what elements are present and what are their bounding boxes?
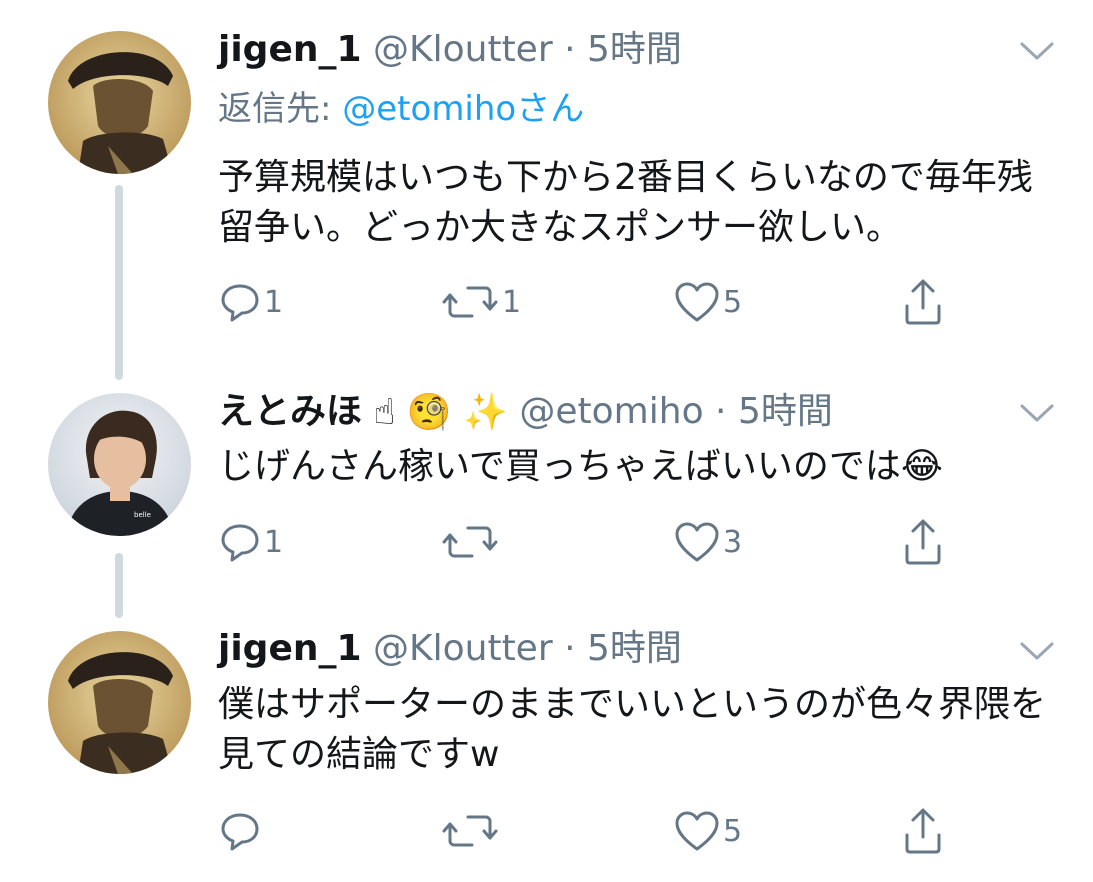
like-icon bbox=[673, 520, 721, 564]
tweet[interactable]: belle えとみほ ☝ 🧐 ✨ @etomiho · 5時間 じげんさん稼いで… bbox=[0, 360, 1093, 600]
timestamp[interactable]: 5時間 bbox=[587, 29, 682, 70]
tweet-text: 僕はサポーターのままでいいというのが色々界隈を見ての結論ですw bbox=[218, 684, 1047, 775]
user-handle[interactable]: @etomiho bbox=[519, 391, 703, 432]
reply-icon bbox=[218, 280, 262, 324]
reply-icon bbox=[218, 520, 262, 564]
retweet-icon bbox=[440, 809, 500, 853]
tweet[interactable]: jigen_1 @Kloutter · 5時間 返信先: @etomihoさん … bbox=[0, 0, 1093, 360]
retweet-button[interactable] bbox=[440, 517, 502, 567]
like-button[interactable]: 5 bbox=[673, 277, 742, 327]
separator-dot: · bbox=[564, 628, 576, 669]
retweet-button[interactable] bbox=[440, 806, 502, 856]
tweet-header: jigen_1 @Kloutter · 5時間 bbox=[218, 28, 682, 72]
share-button[interactable] bbox=[901, 806, 945, 856]
like-button[interactable]: 5 bbox=[673, 806, 742, 856]
reply-count: 1 bbox=[264, 524, 284, 560]
tweet-actions: 5 bbox=[218, 806, 978, 856]
reply-context: 返信先: @etomihoさん bbox=[218, 87, 584, 131]
name-emoji: ☝ 🧐 ✨ bbox=[373, 392, 508, 433]
user-handle[interactable]: @Kloutter bbox=[373, 628, 553, 669]
tweet-header: えとみほ ☝ 🧐 ✨ @etomiho · 5時間 bbox=[218, 390, 833, 435]
retweet-button[interactable]: 1 bbox=[440, 277, 521, 327]
retweet-icon bbox=[440, 520, 500, 564]
svg-text:belle: belle bbox=[134, 511, 151, 519]
share-button[interactable] bbox=[901, 517, 945, 567]
display-name[interactable]: jigen_1 bbox=[218, 628, 362, 669]
reply-suffix: さん bbox=[516, 89, 585, 129]
tweet-text-content: じげんさん稼いで買っちゃえばいいのでは bbox=[218, 446, 901, 487]
tweet-text: じげんさん稼いで買っちゃえばいいのでは😂 bbox=[218, 442, 1068, 492]
tweet-text: 予算規模はいつも下から2番目くらいなので毎年残留争い。どっか大きなスポンサー欲し… bbox=[218, 157, 1033, 248]
like-icon bbox=[673, 809, 721, 853]
like-icon bbox=[673, 280, 721, 324]
reply-button[interactable]: 1 bbox=[218, 277, 283, 327]
reply-icon bbox=[218, 809, 262, 853]
separator-dot: · bbox=[715, 391, 727, 432]
tweet-actions: 1 3 bbox=[218, 517, 978, 567]
chevron-down-icon[interactable] bbox=[1019, 402, 1055, 424]
tweet[interactable]: jigen_1 @Kloutter · 5時間 僕はサポーターのままでいいという… bbox=[0, 600, 1093, 882]
share-icon bbox=[901, 278, 945, 326]
like-count: 5 bbox=[723, 813, 743, 849]
chevron-down-icon[interactable] bbox=[1019, 40, 1055, 62]
text-emoji: 😂 bbox=[900, 446, 943, 487]
share-icon bbox=[901, 807, 945, 855]
chevron-down-icon[interactable] bbox=[1019, 640, 1055, 662]
avatar[interactable] bbox=[48, 31, 191, 174]
like-count: 3 bbox=[723, 524, 743, 560]
share-button[interactable] bbox=[901, 277, 945, 327]
retweet-count: 1 bbox=[502, 284, 522, 320]
share-icon bbox=[901, 518, 945, 566]
reply-mention[interactable]: @etomiho bbox=[342, 89, 516, 129]
display-name[interactable]: jigen_1 bbox=[218, 29, 362, 70]
separator-dot: · bbox=[564, 29, 576, 70]
retweet-icon bbox=[440, 280, 500, 324]
tweet-header: jigen_1 @Kloutter · 5時間 bbox=[218, 627, 682, 671]
timestamp[interactable]: 5時間 bbox=[587, 628, 682, 669]
tweet-actions: 1 1 5 bbox=[218, 277, 978, 327]
display-name[interactable]: えとみほ bbox=[218, 391, 362, 432]
user-handle[interactable]: @Kloutter bbox=[373, 29, 553, 70]
timestamp[interactable]: 5時間 bbox=[738, 391, 833, 432]
avatar[interactable] bbox=[48, 631, 191, 774]
reply-button[interactable]: 1 bbox=[218, 517, 283, 567]
like-count: 5 bbox=[723, 284, 743, 320]
reply-prefix: 返信先: bbox=[218, 89, 343, 129]
reply-count: 1 bbox=[264, 284, 284, 320]
avatar[interactable]: belle bbox=[48, 393, 191, 536]
like-button[interactable]: 3 bbox=[673, 517, 742, 567]
reply-button[interactable] bbox=[218, 806, 264, 856]
